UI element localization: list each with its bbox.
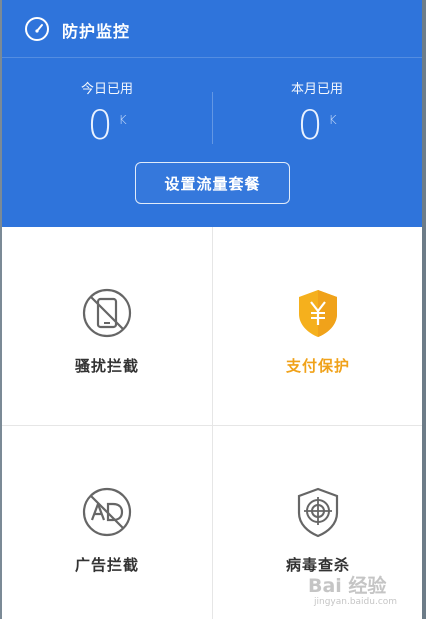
window-edge [422, 0, 426, 619]
ad-block-tile[interactable]: 广告拦截 [2, 426, 212, 619]
traffic-header: 防护监控 今日已用 0K 本月已用 0K 设置流量套餐 [2, 0, 422, 227]
harassment-block-tile[interactable]: 骚扰拦截 [2, 227, 212, 425]
ad-block-label: 广告拦截 [74, 556, 139, 574]
feature-grid: 骚扰拦截 支付保护 广告拦截 病毒查杀 [2, 227, 422, 619]
no-ad-icon [82, 487, 132, 537]
month-usage-unit: K [328, 113, 337, 127]
payment-protection-tile[interactable]: 支付保护 [213, 227, 422, 425]
title-bar: 防护监控 [2, 0, 422, 58]
watermark-url: jingyan.baidu.com [314, 597, 398, 607]
yuan-shield-icon [299, 290, 337, 337]
speedometer-icon [25, 17, 49, 41]
no-phone-icon [82, 288, 132, 338]
app-window: 防护监控 今日已用 0K 本月已用 0K 设置流量套餐 骚扰拦截 支付保护 广告… [2, 0, 422, 619]
month-usage-value: 0 [297, 103, 323, 149]
set-data-plan-button[interactable]: 设置流量套餐 [135, 162, 290, 204]
today-usage-unit: K [118, 113, 127, 127]
target-shield-icon [297, 487, 339, 538]
page-title: 防护监控 [62, 22, 131, 41]
month-usage-label: 本月已用 [290, 82, 343, 97]
watermark-logo: Bai 经验 [308, 575, 387, 597]
harassment-block-label: 骚扰拦截 [74, 357, 139, 375]
month-usage: 本月已用 0K [212, 78, 422, 149]
payment-protection-label: 支付保护 [285, 357, 350, 375]
today-usage: 今日已用 0K [2, 78, 212, 149]
today-usage-value: 0 [87, 103, 113, 149]
month-usage-value-row: 0K [212, 103, 422, 149]
today-usage-value-row: 0K [2, 103, 212, 149]
today-usage-label: 今日已用 [80, 82, 133, 97]
